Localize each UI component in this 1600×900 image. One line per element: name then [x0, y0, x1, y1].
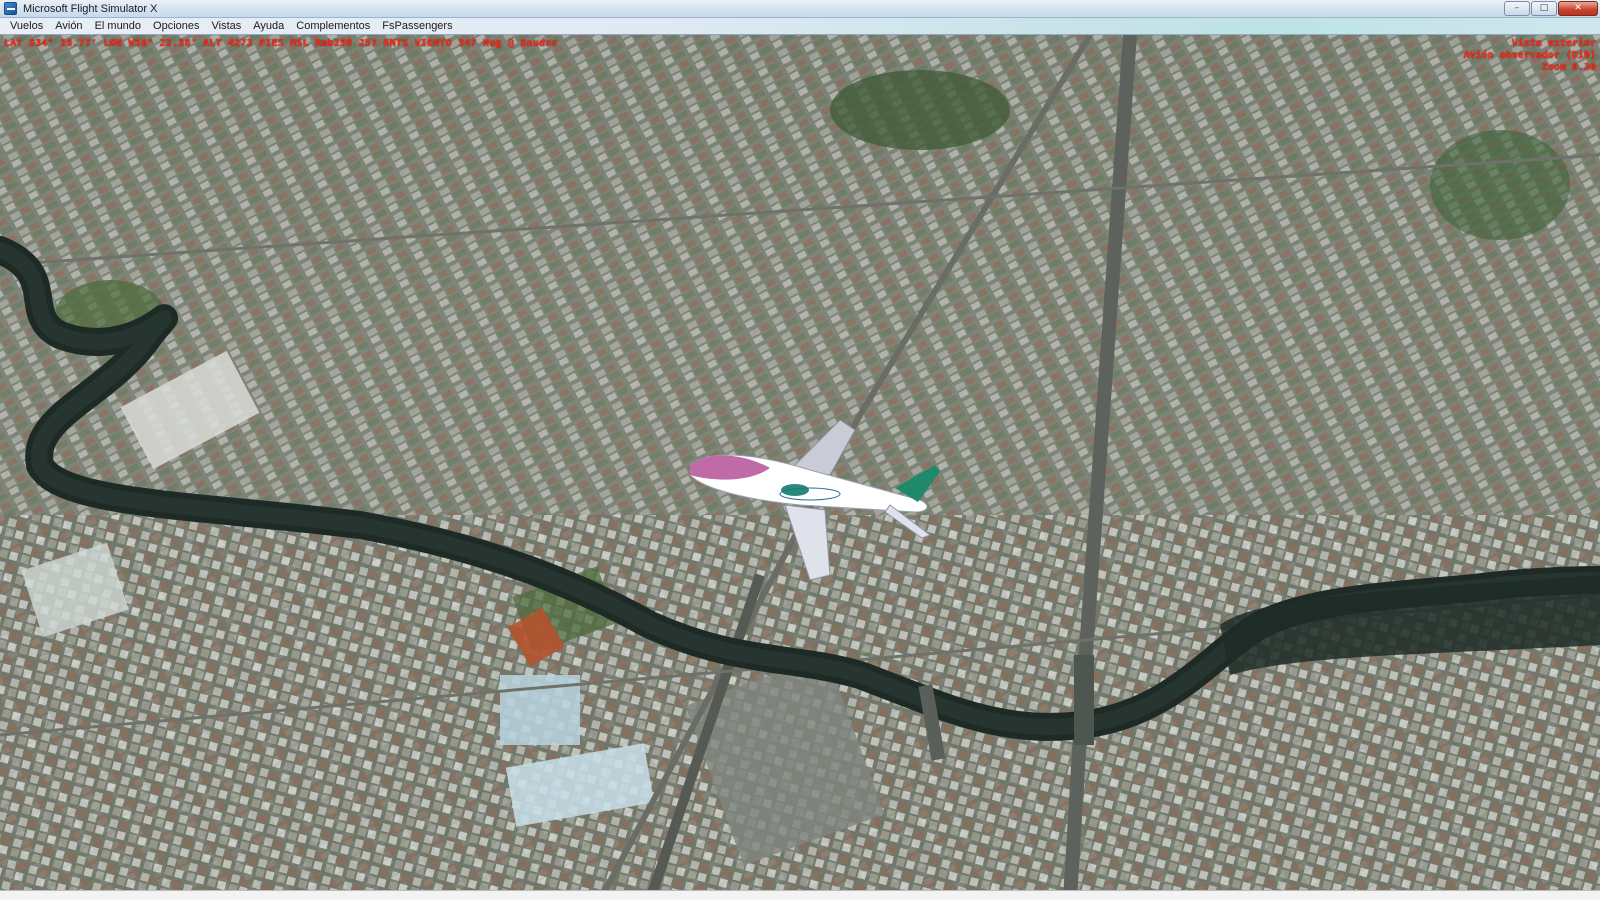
hud-view-target: Avión observador (Dib) [1463, 50, 1596, 61]
aircraft[interactable] [690, 420, 950, 590]
hud-position-readout: LAT S34° 38.77' LON W58° 22.38' ALT 4273… [4, 38, 558, 49]
flight-simulator-app-icon[interactable] [4, 2, 17, 15]
menu-vistas[interactable]: Vistas [206, 20, 248, 32]
status-strip [0, 890, 1600, 900]
window-controls: – □ ✕ [1504, 1, 1598, 16]
close-icon[interactable]: ✕ [1558, 1, 1598, 16]
title-bar: Microsoft Flight Simulator X – □ ✕ [0, 0, 1600, 18]
scenery-viewport[interactable]: LAT S34° 38.77' LON W58° 22.38' ALT 4273… [0, 35, 1600, 900]
maximize-icon[interactable]: □ [1531, 1, 1557, 16]
window-title: Microsoft Flight Simulator X [23, 2, 158, 15]
hud-zoom: Zoom 0.30 [1541, 62, 1596, 73]
menu-fspassengers[interactable]: FsPassengers [376, 20, 458, 32]
menu-el-mundo[interactable]: El mundo [89, 20, 147, 32]
menu-opciones[interactable]: Opciones [147, 20, 205, 32]
hud-view-mode: Vista exterior [1511, 38, 1596, 49]
minimize-icon[interactable]: – [1504, 1, 1530, 16]
menu-avion[interactable]: Avión [49, 20, 88, 32]
menu-bar: Vuelos Avión El mundo Opciones Vistas Ay… [0, 18, 1600, 35]
hud-view-info: Vista exterior Avión observador (Dib) Zo… [1464, 38, 1596, 74]
menu-complementos[interactable]: Complementos [290, 20, 376, 32]
menu-vuelos[interactable]: Vuelos [4, 20, 49, 32]
menu-ayuda[interactable]: Ayuda [247, 20, 290, 32]
